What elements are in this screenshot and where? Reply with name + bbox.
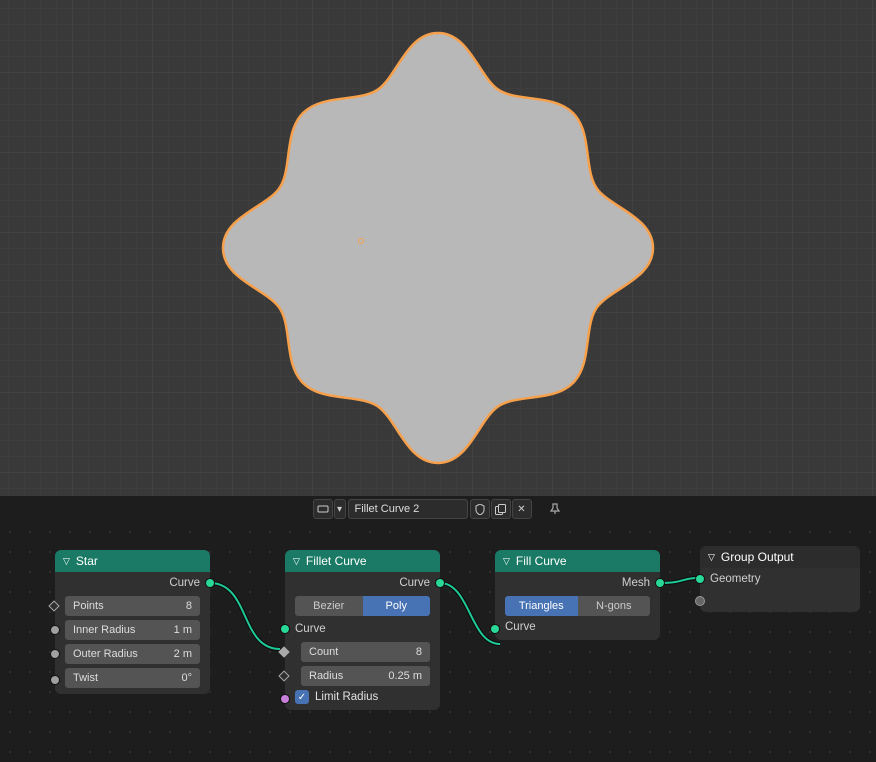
gear-shape — [203, 13, 673, 483]
input-socket-empty[interactable] — [700, 590, 860, 612]
node-group-output[interactable]: ▽ Group Output Geometry — [700, 546, 860, 612]
mode-toggle[interactable]: Bezier Poly — [285, 594, 440, 618]
node-group-selector[interactable]: Fillet Curve 2 — [348, 499, 468, 519]
node-title: Fillet Curve — [306, 554, 367, 568]
mode-bezier[interactable]: Bezier — [295, 596, 363, 616]
node-title: Fill Curve — [516, 554, 567, 568]
mode-toggle[interactable]: Triangles N-gons — [495, 594, 660, 618]
object-origin-icon — [358, 238, 364, 244]
node-header[interactable]: ▽ Fillet Curve — [285, 550, 440, 572]
chevron-down-icon: ▽ — [708, 552, 715, 563]
prop-limit-radius[interactable]: ✓ Limit Radius — [285, 688, 440, 710]
prop-count[interactable]: Count8 — [285, 640, 440, 664]
chevron-down-icon: ▽ — [63, 556, 70, 567]
node-fillet-curve[interactable]: ▽ Fillet Curve Curve Bezier Poly Curve C… — [285, 550, 440, 710]
node-header[interactable]: ▽ Group Output — [700, 546, 860, 568]
node-header[interactable]: ▽ Fill Curve — [495, 550, 660, 572]
checkbox-checked-icon[interactable]: ✓ — [295, 690, 309, 704]
duplicate-icon[interactable] — [491, 499, 511, 519]
shield-icon[interactable] — [470, 499, 490, 519]
output-socket-curve[interactable]: Curve — [55, 572, 210, 594]
node-editor-header: ▾ Fillet Curve 2 ✕ — [0, 496, 876, 522]
node-star[interactable]: ▽ Star Curve Points8 Inner Radius1 m Out… — [55, 550, 210, 694]
output-socket-curve[interactable]: Curve — [285, 572, 440, 594]
editor-type-icon[interactable] — [313, 499, 333, 519]
prop-inner-radius[interactable]: Inner Radius1 m — [55, 618, 210, 642]
dropdown-arrow-icon[interactable]: ▾ — [334, 499, 346, 519]
prop-outer-radius[interactable]: Outer Radius2 m — [55, 642, 210, 666]
node-editor[interactable]: ▽ Star Curve Points8 Inner Radius1 m Out… — [0, 522, 876, 762]
input-socket-geometry[interactable]: Geometry — [700, 568, 860, 590]
mode-triangles[interactable]: Triangles — [505, 596, 578, 616]
node-fill-curve[interactable]: ▽ Fill Curve Mesh Triangles N-gons Curve — [495, 550, 660, 640]
chevron-down-icon: ▽ — [293, 556, 300, 567]
node-header[interactable]: ▽ Star — [55, 550, 210, 572]
prop-radius[interactable]: Radius0.25 m — [285, 664, 440, 688]
input-socket-curve[interactable]: Curve — [285, 618, 440, 640]
prop-twist[interactable]: Twist0° — [55, 666, 210, 694]
node-title: Group Output — [721, 550, 794, 564]
input-socket-curve[interactable]: Curve — [495, 618, 660, 640]
mode-ngons[interactable]: N-gons — [578, 596, 651, 616]
viewport-3d[interactable] — [0, 0, 876, 496]
chevron-down-icon: ▽ — [503, 556, 510, 567]
node-title: Star — [76, 554, 98, 568]
mode-poly[interactable]: Poly — [363, 596, 431, 616]
pin-icon[interactable] — [546, 500, 564, 518]
close-icon[interactable]: ✕ — [512, 499, 532, 519]
prop-points[interactable]: Points8 — [55, 594, 210, 618]
output-socket-mesh[interactable]: Mesh — [495, 572, 660, 594]
